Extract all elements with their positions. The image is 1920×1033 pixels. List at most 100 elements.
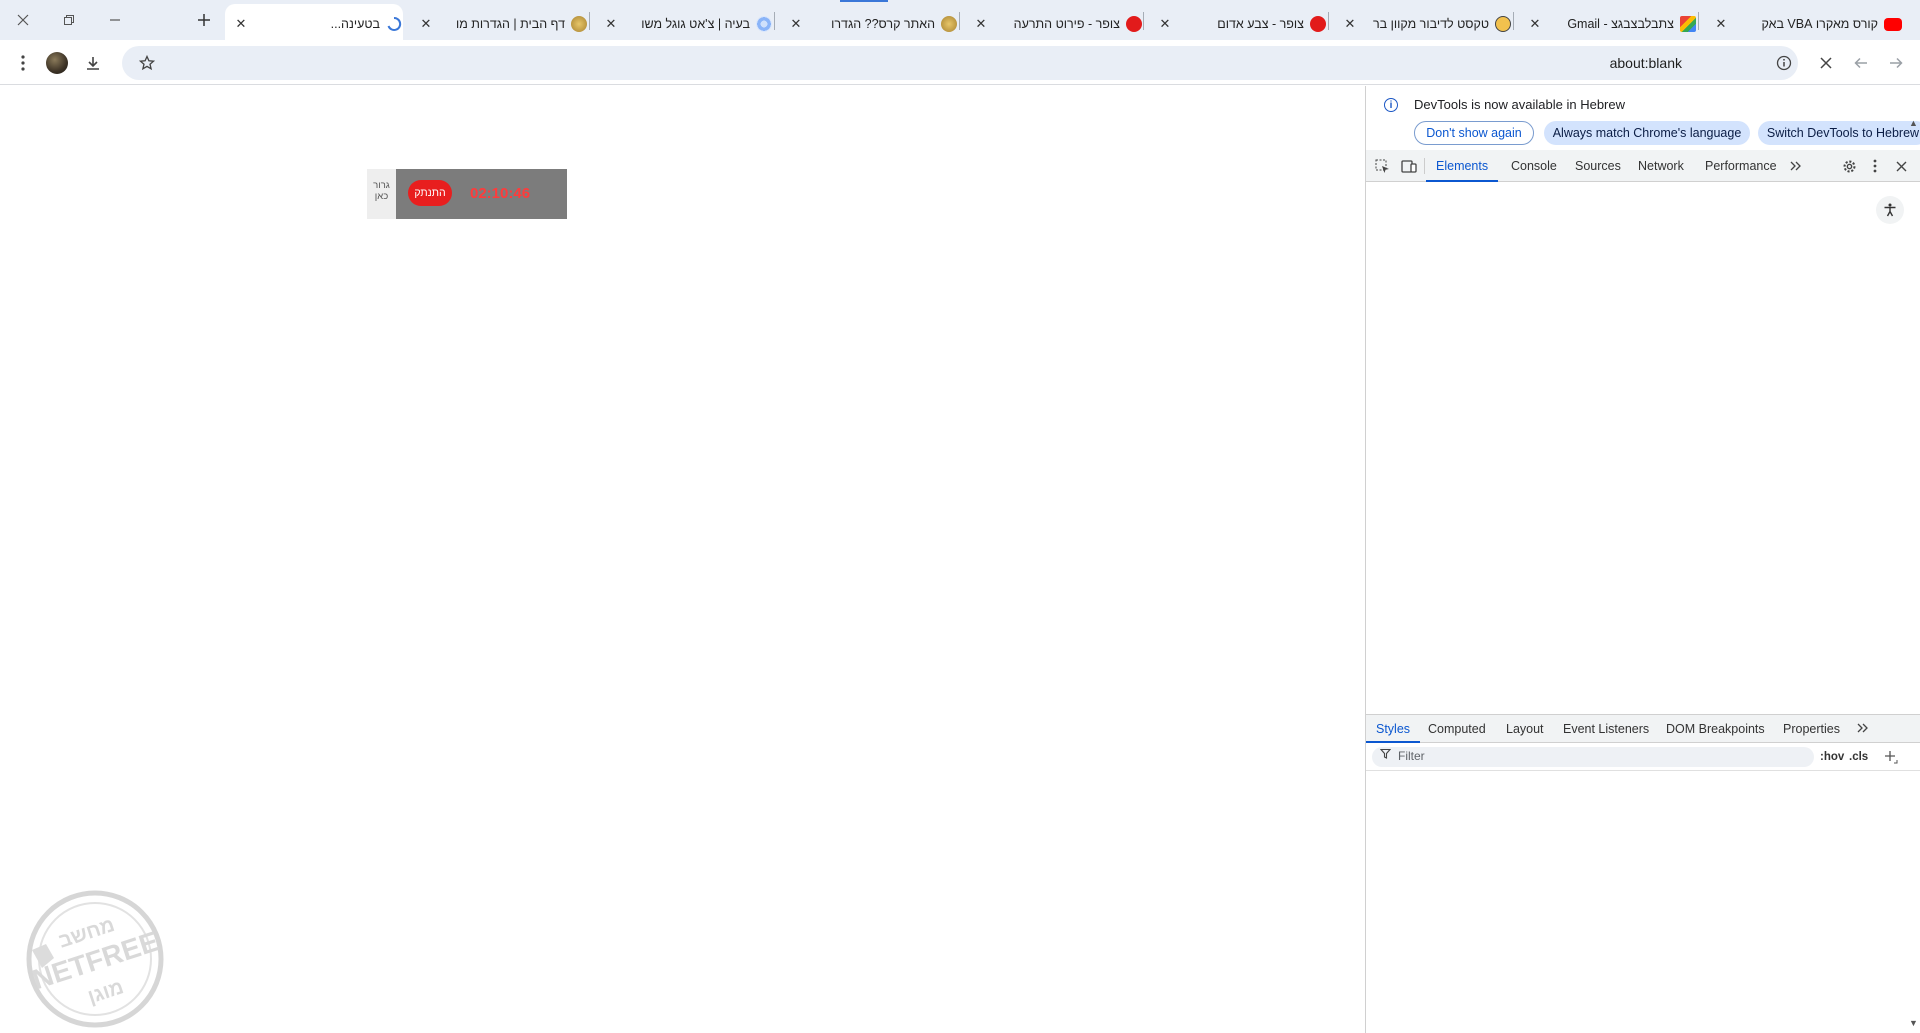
- tab-group-indicator: [840, 0, 888, 2]
- tab-elements[interactable]: Elements: [1426, 150, 1499, 182]
- tab[interactable]: ✕ קורס מאקרו VBA באק: [1712, 8, 1902, 40]
- tab-title: צופר - פירוט התרעה: [1013, 17, 1120, 31]
- plus-icon: [198, 14, 210, 26]
- download-icon: [87, 57, 99, 70]
- tab-close-icon[interactable]: ✕: [417, 15, 435, 33]
- tab-console[interactable]: Console: [1511, 150, 1557, 182]
- devtools-panel: i DevTools is now available in Hebrew Do…: [1365, 86, 1920, 1033]
- device-toolbar-button[interactable]: [1400, 157, 1418, 175]
- more-tabs-button[interactable]: [1787, 157, 1805, 175]
- tab-close-icon[interactable]: ✕: [972, 15, 990, 33]
- tab[interactable]: ✕ צופר - צבע אדום: [1156, 8, 1326, 40]
- tab[interactable]: ✕ דף הבית | הגדרות מו: [417, 8, 587, 40]
- tab-close-icon[interactable]: ✕: [602, 15, 620, 33]
- site-info-button[interactable]: [1769, 48, 1799, 78]
- minimize-icon: [110, 19, 120, 21]
- tab-separator: [1698, 12, 1699, 30]
- filter-icon: [1380, 748, 1391, 759]
- netfree-watermark-logo: מחשב NETFREE מוגן: [26, 890, 164, 1028]
- language-infobar: i DevTools is now available in Hebrew Do…: [1366, 86, 1920, 150]
- inspect-icon: [1375, 159, 1389, 173]
- tab-active[interactable]: ✕ בטעינה...: [232, 8, 402, 40]
- menu-button[interactable]: [8, 48, 38, 78]
- info-icon: i: [1384, 98, 1398, 112]
- accessibility-tree-button[interactable]: [1876, 196, 1904, 224]
- tab-close-icon[interactable]: ✕: [232, 15, 250, 33]
- class-toggle[interactable]: .cls: [1849, 751, 1868, 763]
- styles-filter-row: Filter :hov .cls: [1366, 743, 1920, 771]
- settings-button[interactable]: [1840, 157, 1858, 175]
- devtools-main-tabs: Elements Console Sources Network Perform…: [1366, 150, 1920, 182]
- bookmark-star-button[interactable]: [132, 48, 162, 78]
- tab-separator: [959, 12, 960, 30]
- tab-sources[interactable]: Sources: [1575, 150, 1621, 182]
- toolbar-divider: [1424, 158, 1425, 174]
- tab-close-icon[interactable]: ✕: [1341, 15, 1359, 33]
- device-icon: [1401, 159, 1417, 173]
- forward-button[interactable]: [1881, 48, 1911, 78]
- tab-event-listeners[interactable]: Event Listeners: [1563, 715, 1649, 743]
- tab-separator: [589, 12, 590, 30]
- tab-network[interactable]: Network: [1638, 150, 1684, 182]
- more-subtabs-button[interactable]: [1854, 719, 1872, 737]
- inspect-element-button[interactable]: [1373, 157, 1391, 175]
- drag-handle[interactable]: גרור כאן: [367, 169, 396, 219]
- switch-to-hebrew-button[interactable]: Switch DevTools to Hebrew: [1758, 121, 1920, 145]
- gear-loader-icon: [756, 16, 772, 32]
- browser-toolbar: about:blank: [0, 40, 1920, 85]
- star-icon: [139, 55, 155, 71]
- address-bar[interactable]: about:blank: [122, 46, 1798, 80]
- filter-input[interactable]: [1372, 747, 1814, 767]
- tab-properties[interactable]: Properties: [1783, 715, 1840, 743]
- tab-strip: ✕ קורס מאקרו VBA באק ✕ צתבלבצבגצ - Gmail…: [0, 0, 1920, 40]
- tab-separator: [1143, 12, 1144, 30]
- disconnect-button[interactable]: התנתק: [408, 180, 452, 206]
- tab-title: בעיה | צ'אט גוגל משו: [641, 17, 750, 31]
- tab-computed[interactable]: Computed: [1428, 715, 1486, 743]
- session-timer: 02:10:46: [470, 185, 531, 202]
- tab-title: צופר - צבע אדום: [1217, 17, 1304, 31]
- tab-close-icon[interactable]: ✕: [1156, 15, 1174, 33]
- scroll-up-arrow[interactable]: ▲: [1909, 118, 1918, 128]
- url-text[interactable]: about:blank: [1610, 55, 1682, 71]
- tab-close-icon[interactable]: ✕: [1526, 15, 1544, 33]
- tab-layout[interactable]: Layout: [1506, 715, 1544, 743]
- new-style-rule-icon[interactable]: [1884, 750, 1898, 764]
- scroll-down-arrow[interactable]: ▼: [1909, 1018, 1918, 1028]
- new-tab-button[interactable]: [190, 6, 218, 34]
- tab-separator: [1513, 12, 1514, 30]
- back-button[interactable]: [1846, 48, 1876, 78]
- kebab-menu-icon: [21, 55, 25, 71]
- infobar-text: DevTools is now available in Hebrew: [1414, 97, 1625, 112]
- drag-label: כאן: [374, 191, 389, 202]
- profile-avatar[interactable]: [46, 52, 68, 74]
- kebab-menu-icon: [1873, 159, 1877, 173]
- tab-title: בטעינה...: [330, 17, 380, 31]
- restore-window-button[interactable]: [46, 0, 92, 40]
- tab-close-icon[interactable]: ✕: [1712, 15, 1730, 33]
- tab-title: דף הבית | הגדרות מו: [455, 17, 565, 31]
- devtools-menu-button[interactable]: [1866, 157, 1884, 175]
- tab-title: טקסט לדיבור מקוון בר: [1373, 17, 1489, 31]
- info-icon: [1776, 55, 1792, 71]
- close-devtools-button[interactable]: [1892, 157, 1910, 175]
- dont-show-again-button[interactable]: Don't show again: [1414, 121, 1534, 145]
- close-window-button[interactable]: [0, 0, 46, 40]
- siren-icon: [1126, 16, 1142, 32]
- tab-dom-breakpoints[interactable]: DOM Breakpoints: [1666, 715, 1765, 743]
- minimize-window-button[interactable]: [92, 0, 138, 40]
- stop-loading-button[interactable]: [1811, 48, 1841, 78]
- tab[interactable]: ✕ צתבלבצבגצ - Gmail: [1526, 8, 1696, 40]
- tab[interactable]: ✕ צופר - פירוט התרעה: [972, 8, 1142, 40]
- tab[interactable]: ✕ האתר קרס?? הגדרו: [787, 8, 957, 40]
- always-match-language-button[interactable]: Always match Chrome's language: [1544, 121, 1750, 145]
- styles-pane: Styles Computed Layout Event Listeners D…: [1366, 714, 1920, 1033]
- downloads-button[interactable]: [78, 48, 108, 78]
- close-icon: [17, 14, 29, 26]
- hover-state-toggle[interactable]: :hov: [1820, 751, 1844, 763]
- tab[interactable]: ✕ טקסט לדיבור מקוון בר: [1341, 8, 1511, 40]
- tab-styles[interactable]: Styles: [1366, 715, 1421, 743]
- tab-performance[interactable]: Performance: [1705, 150, 1777, 182]
- tab[interactable]: ✕ בעיה | צ'אט גוגל משו: [602, 8, 772, 40]
- tab-close-icon[interactable]: ✕: [787, 15, 805, 33]
